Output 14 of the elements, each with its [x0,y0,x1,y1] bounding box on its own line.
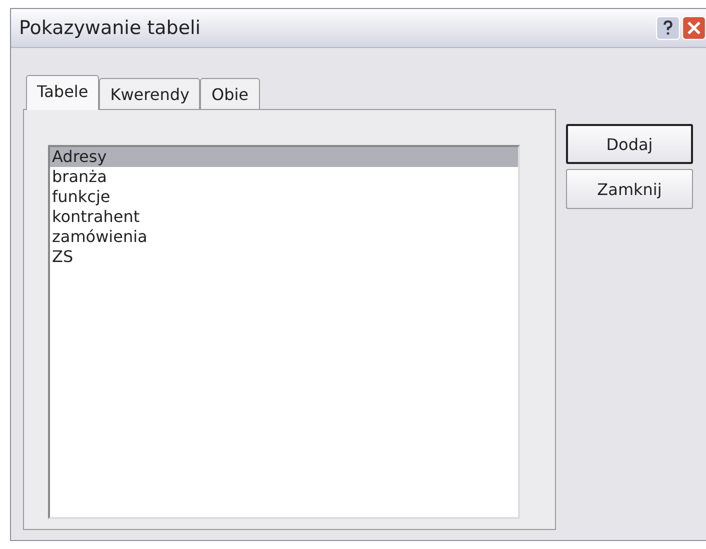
list-item[interactable]: kontrahent [50,207,518,227]
list-item[interactable]: branża [50,167,518,187]
window-title: Pokazywanie tabeli [19,17,201,39]
list-item[interactable]: Adresy [50,147,518,167]
list-item[interactable]: funkcje [50,187,518,207]
list-item[interactable]: zamówienia [50,227,518,247]
tab[interactable]: Kwerendy [99,78,200,109]
close-button[interactable]: Zamknij [566,169,693,209]
list-item[interactable]: ZS [50,247,518,267]
add-button[interactable]: Dodaj [566,124,693,164]
tab[interactable]: Obie [200,78,260,109]
close-icon[interactable] [682,16,706,40]
help-icon[interactable] [656,16,680,40]
tab[interactable]: Tabele [26,75,100,110]
